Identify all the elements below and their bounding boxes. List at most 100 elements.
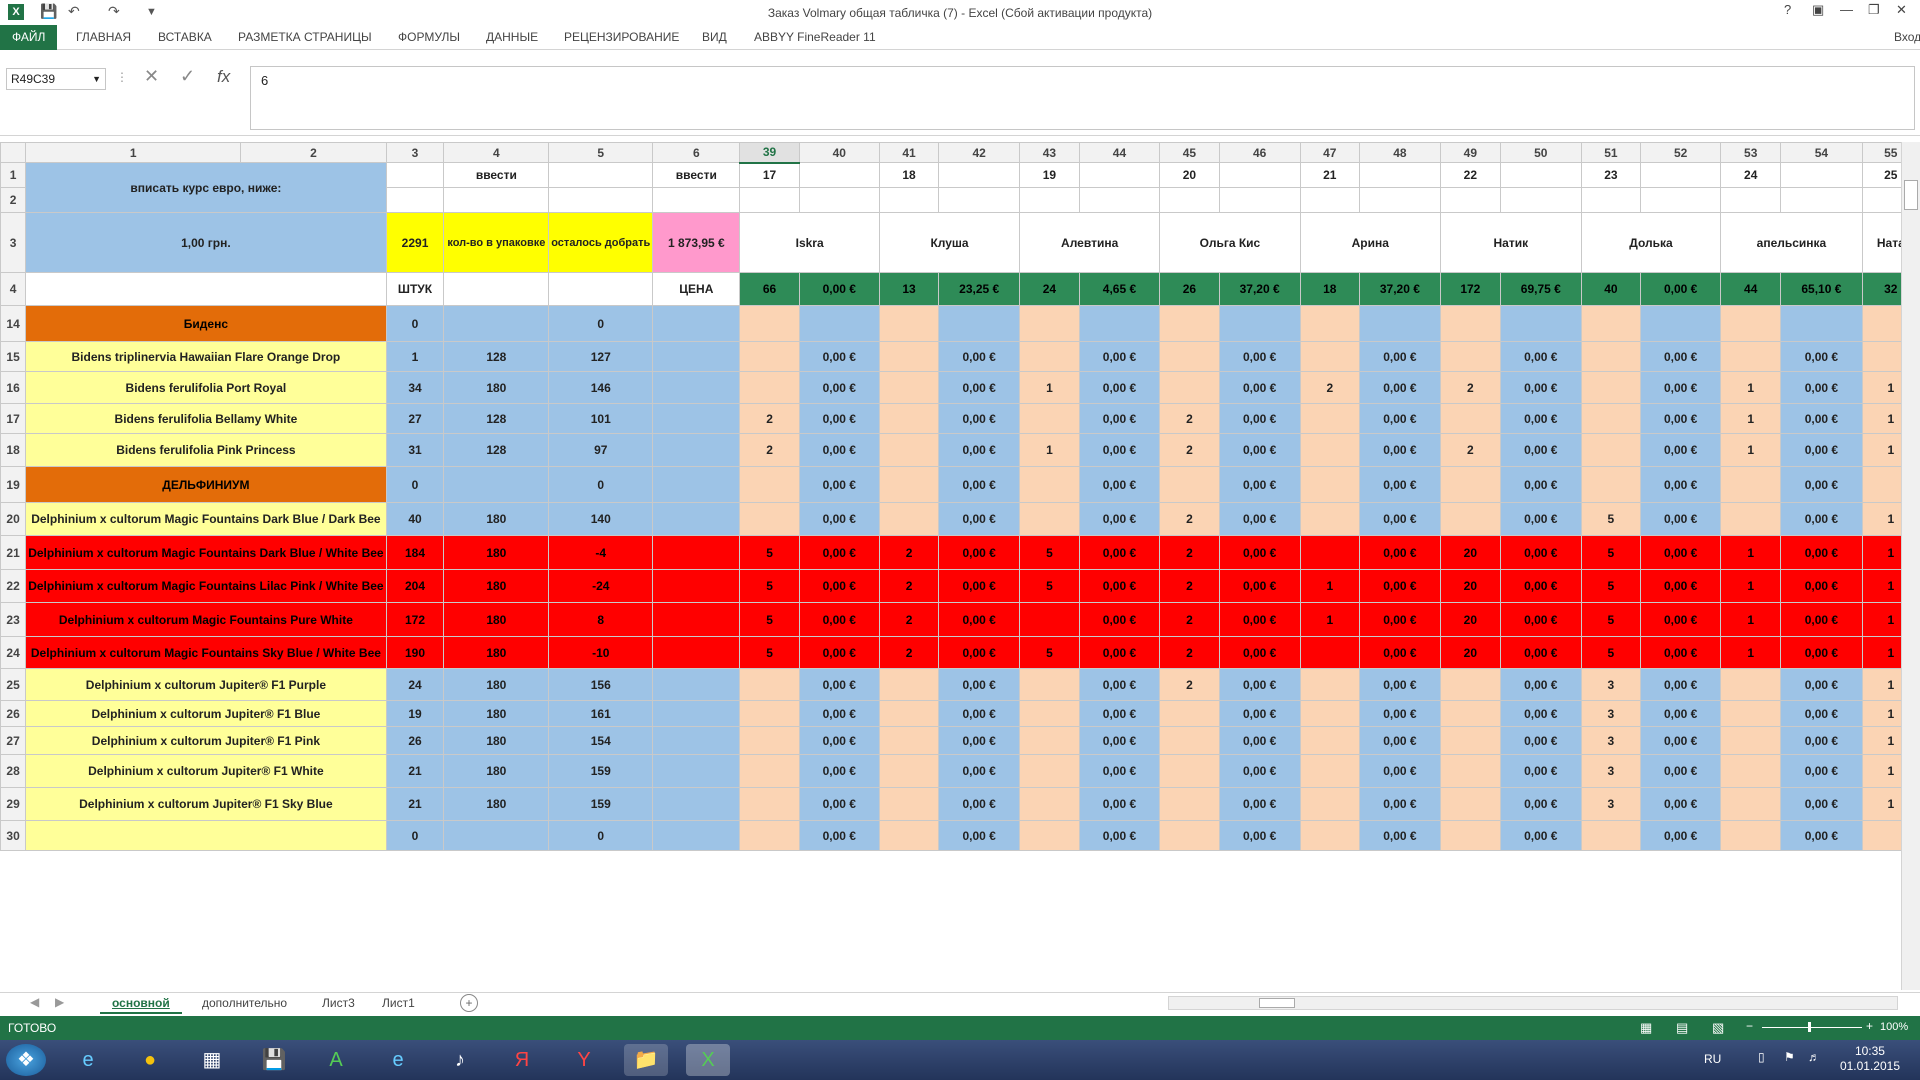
- order-qty-cell[interactable]: [1159, 341, 1220, 372]
- row-header[interactable]: 26: [0, 700, 27, 727]
- order-qty-cell[interactable]: [1580, 433, 1642, 467]
- order-qty-cell[interactable]: [1439, 668, 1501, 701]
- order-qty-cell[interactable]: [1720, 305, 1782, 342]
- order-qty-cell[interactable]: 2: [1159, 535, 1220, 570]
- order-qty-cell[interactable]: 5: [739, 602, 800, 637]
- order-qty-cell[interactable]: [1019, 700, 1080, 727]
- product-remaining-cell[interactable]: 154: [548, 726, 654, 755]
- order-sum-cell[interactable]: 0,00 €: [1640, 433, 1722, 467]
- order-qty-cell[interactable]: [1299, 787, 1360, 821]
- order-qty-cell[interactable]: [1159, 700, 1220, 727]
- order-sum-cell[interactable]: 0,00 €: [1780, 433, 1863, 467]
- customer-sum-total[interactable]: 37,20 €: [1358, 272, 1441, 306]
- row-header[interactable]: 20: [0, 502, 27, 536]
- order-qty-cell[interactable]: [878, 820, 940, 851]
- order-qty-cell[interactable]: 3: [1580, 726, 1642, 755]
- order-qty-cell[interactable]: 3: [1580, 668, 1642, 701]
- order-qty-cell[interactable]: [1299, 700, 1360, 727]
- product-price-cell[interactable]: [652, 787, 741, 821]
- order-qty-cell[interactable]: [739, 700, 800, 727]
- cell[interactable]: [1640, 187, 1722, 213]
- row-header[interactable]: 23: [0, 602, 27, 637]
- product-pack-cell[interactable]: 128: [443, 433, 550, 467]
- order-sum-cell[interactable]: 0,00 €: [1780, 535, 1863, 570]
- sheet-tab-list1[interactable]: Лист1: [370, 993, 427, 1014]
- page-layout-view-icon[interactable]: ▤: [1676, 1020, 1688, 1036]
- order-sum-cell[interactable]: 0,00 €: [938, 726, 1021, 755]
- column-header[interactable]: 42: [938, 142, 1021, 163]
- order-qty-cell[interactable]: [1299, 820, 1360, 851]
- order-qty-cell[interactable]: [739, 726, 800, 755]
- order-qty-cell[interactable]: [739, 820, 800, 851]
- order-qty-cell[interactable]: [1299, 403, 1360, 434]
- order-qty-cell[interactable]: 20: [1439, 602, 1501, 637]
- order-qty-cell[interactable]: [1439, 502, 1501, 536]
- order-sum-cell[interactable]: 0,00 €: [798, 433, 880, 467]
- row-header[interactable]: 14: [0, 305, 27, 342]
- product-remaining-cell[interactable]: 127: [548, 341, 654, 372]
- cell[interactable]: [938, 162, 1021, 188]
- order-qty-cell[interactable]: [1439, 820, 1501, 851]
- order-sum-cell[interactable]: 0,00 €: [1218, 502, 1301, 536]
- order-qty-cell[interactable]: [1299, 668, 1360, 701]
- order-sum-cell[interactable]: 0,00 €: [1218, 787, 1301, 821]
- order-qty-cell[interactable]: [1720, 787, 1782, 821]
- product-total-cell[interactable]: 24: [385, 668, 445, 701]
- product-pack-cell[interactable]: 180: [443, 502, 550, 536]
- order-sum-cell[interactable]: 0,00 €: [1640, 341, 1722, 372]
- order-sum-cell[interactable]: [798, 305, 880, 342]
- order-sum-cell[interactable]: 0,00 €: [1078, 602, 1161, 637]
- order-sum-cell[interactable]: 0,00 €: [1640, 726, 1722, 755]
- product-pack-cell[interactable]: [443, 820, 550, 851]
- order-qty-cell[interactable]: [878, 403, 940, 434]
- help-button[interactable]: ?: [1784, 2, 1791, 17]
- order-sum-cell[interactable]: 0,00 €: [1499, 636, 1582, 669]
- order-sum-cell[interactable]: 0,00 €: [1078, 636, 1161, 669]
- order-qty-cell[interactable]: [1299, 341, 1360, 372]
- order-sum-cell[interactable]: 0,00 €: [1078, 502, 1161, 536]
- order-sum-cell[interactable]: [1499, 305, 1582, 342]
- tab-page-layout[interactable]: РАЗМЕТКА СТРАНИЦЫ: [234, 25, 376, 50]
- order-qty-cell[interactable]: 2: [878, 535, 940, 570]
- customer-sum-total[interactable]: 37,20 €: [1218, 272, 1301, 306]
- cell[interactable]: [548, 272, 654, 306]
- column-header[interactable]: 3: [385, 142, 445, 163]
- product-total-cell[interactable]: 0: [385, 305, 445, 342]
- order-sum-cell[interactable]: 0,00 €: [938, 602, 1021, 637]
- order-qty-cell[interactable]: 5: [1580, 602, 1642, 637]
- row-header[interactable]: 17: [0, 403, 27, 434]
- order-sum-cell[interactable]: [1078, 305, 1161, 342]
- order-sum-cell[interactable]: 0,00 €: [1218, 636, 1301, 669]
- vertical-scrollbar[interactable]: [1901, 142, 1920, 990]
- product-total-cell[interactable]: 40: [385, 502, 445, 536]
- ribbon-display-icon[interactable]: ▣: [1812, 2, 1824, 18]
- order-sum-cell[interactable]: 0,00 €: [1358, 602, 1441, 637]
- customer-qty-total[interactable]: 66: [739, 272, 800, 306]
- product-total-cell[interactable]: 21: [385, 787, 445, 821]
- cell[interactable]: [1580, 187, 1642, 213]
- product-total-cell[interactable]: 0: [385, 820, 445, 851]
- order-qty-cell[interactable]: 2: [878, 602, 940, 637]
- order-qty-cell[interactable]: [878, 341, 940, 372]
- column-header[interactable]: 40: [798, 142, 880, 163]
- product-price-cell[interactable]: [652, 371, 741, 404]
- order-qty-cell[interactable]: [1019, 305, 1080, 342]
- order-qty-cell[interactable]: [1720, 466, 1782, 503]
- product-remaining-cell[interactable]: 101: [548, 403, 654, 434]
- product-name-cell[interactable]: Delphinium x cultorum Magic Fountains Sk…: [25, 636, 387, 669]
- order-qty-cell[interactable]: [1299, 466, 1360, 503]
- cell[interactable]: [548, 162, 654, 188]
- order-qty-cell[interactable]: 5: [1580, 502, 1642, 536]
- order-sum-cell[interactable]: 0,00 €: [1218, 668, 1301, 701]
- order-qty-cell[interactable]: 2: [1159, 403, 1220, 434]
- zoom-slider[interactable]: [1762, 1027, 1862, 1028]
- customer-number-cell[interactable]: 23: [1580, 162, 1642, 188]
- order-qty-cell[interactable]: 5: [1580, 636, 1642, 669]
- network-icon[interactable]: ▯: [1758, 1050, 1765, 1064]
- cell[interactable]: [1078, 187, 1161, 213]
- order-qty-cell[interactable]: [1720, 341, 1782, 372]
- cell[interactable]: [878, 187, 940, 213]
- close-icon[interactable]: ✕: [1896, 2, 1907, 18]
- product-price-cell[interactable]: [652, 341, 741, 372]
- order-qty-cell[interactable]: [1439, 726, 1501, 755]
